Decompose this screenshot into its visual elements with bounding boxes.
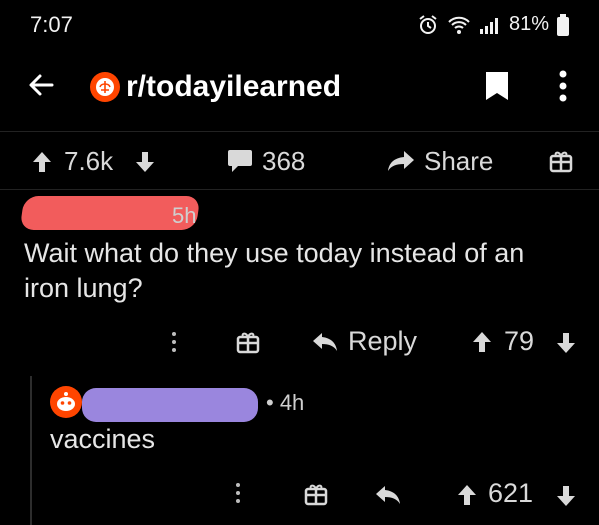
comment-reply-button[interactable] [311,330,339,354]
gift-icon [549,149,573,173]
thread-line [30,376,32,525]
comment-timestamp: • 4h [266,390,305,415]
status-time: 7:07 [30,12,73,37]
more-vert-icon [234,482,242,504]
comment-vote-count: 621 [488,478,534,508]
avatar[interactable] [50,386,82,418]
arrow-up-icon [470,330,494,354]
reply-label[interactable]: Reply [348,326,417,357]
comment-downvote-button[interactable] [554,331,578,355]
status-icons: 81% [417,13,569,36]
comment-body: vaccines [50,424,156,454]
alarm-icon [417,14,439,36]
more-options-button[interactable] [556,68,570,104]
post-upvote-button[interactable] [30,150,54,174]
post-downvote-button[interactable] [133,150,157,174]
comment-award-button[interactable] [304,482,328,506]
arrow-down-icon [133,150,157,174]
arrow-down-icon [554,484,578,508]
comment-more-button[interactable] [234,482,242,504]
comment-timestamp: 5h [172,203,197,228]
reply-arrow-icon [374,483,402,507]
bookmark-button[interactable] [484,70,510,102]
battery-icon [557,13,569,36]
redacted-username [82,388,258,422]
battery-percent: 81% [508,13,549,35]
award-button[interactable] [549,149,573,173]
comment-body: Wait what do they use today instead of a… [24,238,525,303]
share-label[interactable]: Share [424,146,493,177]
comment-count[interactable]: 368 [262,146,305,177]
wifi-icon [447,15,471,35]
signal-icon [479,15,501,35]
comment-downvote-button[interactable] [554,484,578,508]
comment-award-button[interactable] [236,330,260,354]
comment-reply-button[interactable] [374,483,402,507]
subreddit-name[interactable]: r/todayilearned [126,70,341,104]
header-divider [0,131,599,132]
gift-icon [236,330,260,354]
post-vote-count: 7.6k [64,146,114,176]
arrow-up-icon [30,150,54,174]
more-vert-icon [170,331,178,353]
comment-upvote-button[interactable] [455,483,479,507]
share-arrow-icon [386,149,416,173]
bookmark-icon [484,70,510,102]
share-button[interactable] [386,149,416,173]
comment-upvote-button[interactable] [470,330,494,354]
post-bar-divider [0,189,599,190]
back-arrow-icon [26,70,56,100]
comment-bubble-icon [226,148,254,174]
reply-arrow-icon [311,330,339,354]
comment-more-button[interactable] [170,331,178,353]
more-vert-icon [556,68,570,104]
gift-icon [304,482,328,506]
arrow-down-icon [554,331,578,355]
comments-button[interactable] [226,148,254,174]
back-button[interactable] [26,70,56,100]
subreddit-icon[interactable] [90,72,120,102]
comment-vote-count: 79 [504,326,535,356]
arrow-up-icon [455,483,479,507]
